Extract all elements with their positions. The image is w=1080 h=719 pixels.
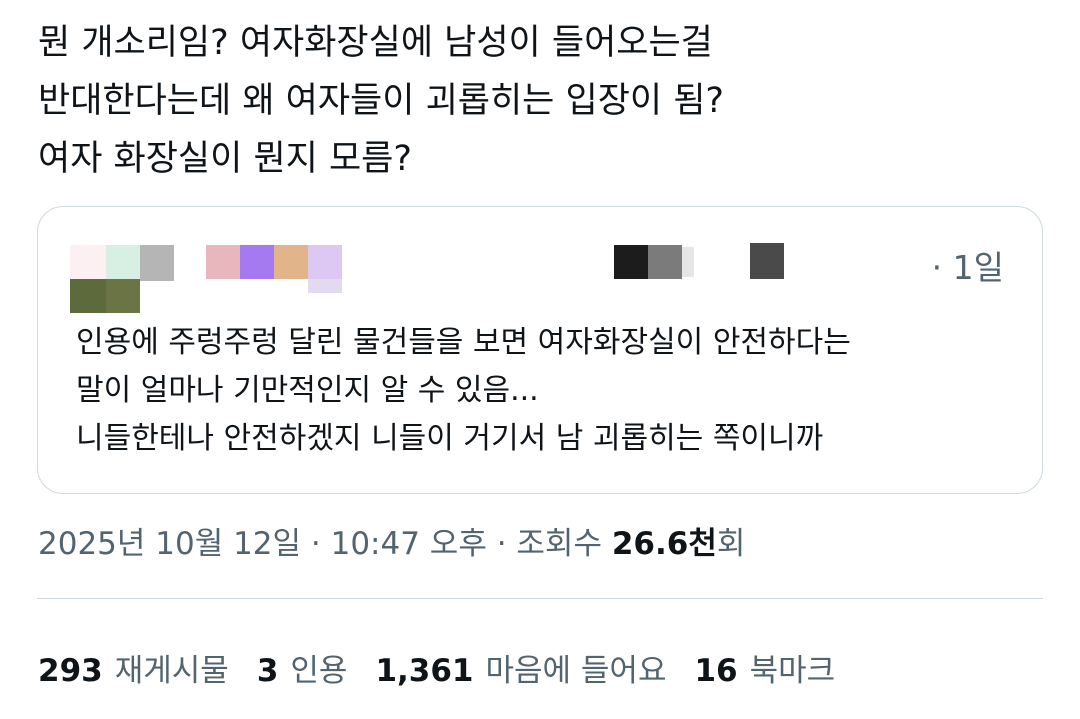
tweet-line: 여자 화장실이 뭔지 모름? <box>38 139 412 179</box>
tweet-date[interactable]: 2025년 10월 12일 · 10:47 오후 · 조회수 <box>38 526 612 562</box>
bookmarks-count: 16 <box>694 653 738 689</box>
engagement-stats: 293 재게시물 3 인용 1,361 마음에 들어요 16 북마크 <box>38 645 835 690</box>
tweet-line: 뭔 개소리임? 여자화장실에 남성이 들어오는걸 <box>38 23 713 63</box>
reposts-count: 293 <box>38 653 103 689</box>
quote-body: 인용에 주렁주렁 달린 물건들을 보면 여자화장실이 안전하다는 말이 얼마나 … <box>76 319 1016 463</box>
divider <box>37 598 1043 599</box>
reposts-label: 재게시물 <box>114 653 229 689</box>
likes-stat[interactable]: 1,361 마음에 들어요 <box>375 645 666 690</box>
reposts-stat[interactable]: 293 재게시물 <box>38 645 229 690</box>
bookmarks-label: 북마크 <box>749 653 836 689</box>
likes-label: 마음에 들어요 <box>485 653 667 689</box>
quotes-label: 인용 <box>290 653 348 689</box>
quote-line: 인용에 주렁주렁 달린 물건들을 보면 여자화장실이 안전하다는 <box>76 325 851 360</box>
view-count: 26.6천 <box>611 526 717 562</box>
likes-count: 1,361 <box>375 653 474 689</box>
tweet-line: 반대한다는데 왜 여자들이 괴롭히는 입장이 됨? <box>38 81 725 121</box>
quote-timestamp[interactable]: · 1일 <box>932 241 1004 289</box>
quote-line: 말이 얼마나 기만적인지 알 수 있음... <box>76 373 539 408</box>
quote-line: 니들한테나 안전하겠지 니들이 거기서 남 괴롭히는 쪽이니까 <box>76 421 824 456</box>
tweet-meta: 2025년 10월 12일 · 10:47 오후 · 조회수 26.6천회 <box>38 518 745 563</box>
tweet-text: 뭔 개소리임? 여자화장실에 남성이 들어오는걸 반대한다는데 왜 여자들이 괴… <box>38 14 1048 188</box>
quotes-count: 3 <box>256 653 279 689</box>
bookmarks-stat[interactable]: 16 북마크 <box>694 645 835 690</box>
quoted-tweet-card[interactable]: · 1일 인용에 주렁주렁 달린 물건들을 보면 여자화장실이 안전하다는 말이… <box>37 206 1043 494</box>
quotes-stat[interactable]: 3 인용 <box>257 645 348 690</box>
view-count-suffix: 회 <box>716 526 746 562</box>
